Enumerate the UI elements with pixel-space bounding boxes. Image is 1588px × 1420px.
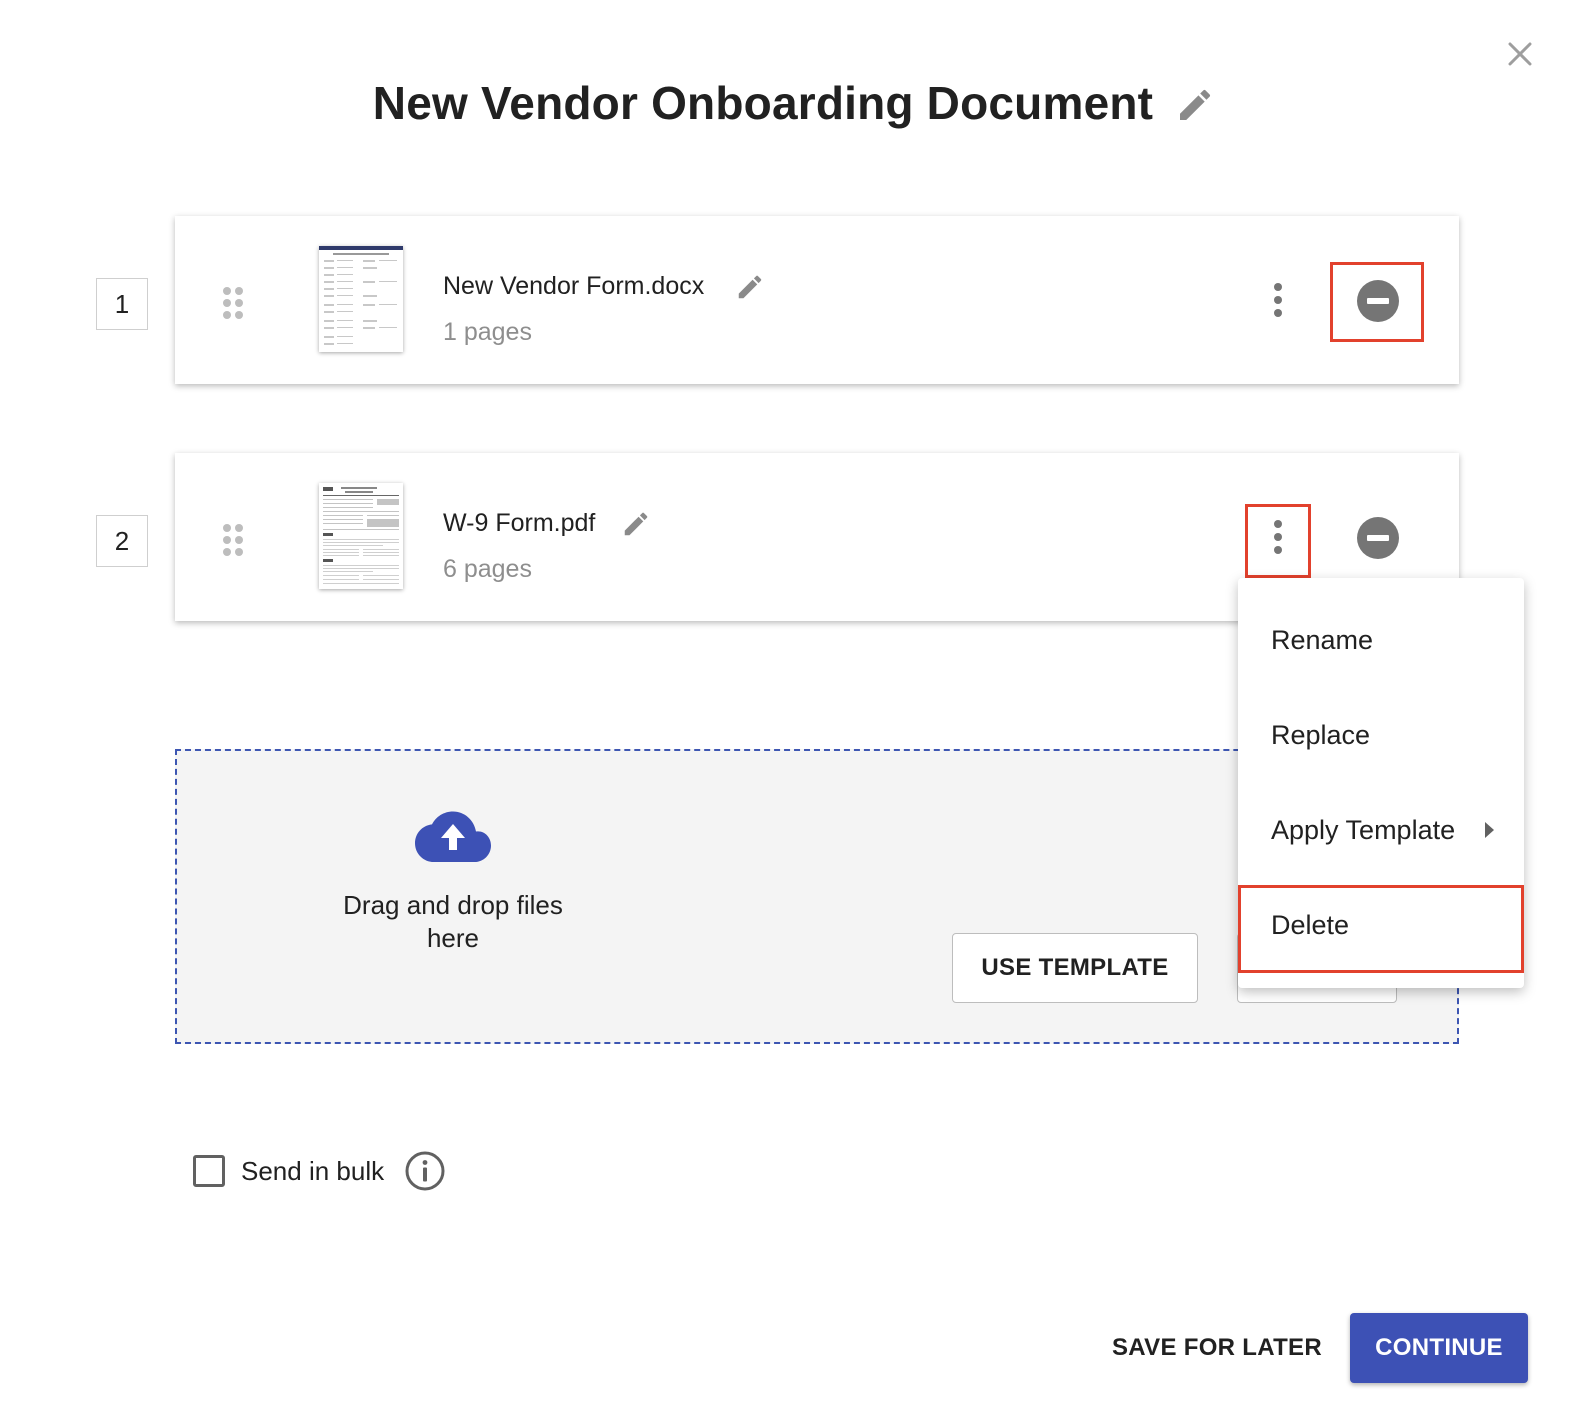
document-order-number: 1 xyxy=(96,278,148,330)
more-vert-icon xyxy=(1274,520,1282,554)
document-thumbnail xyxy=(319,246,403,352)
document-thumbnail-icon xyxy=(319,246,403,345)
menu-item-label: Apply Template xyxy=(1271,814,1456,845)
menu-item-label: Rename xyxy=(1271,624,1374,655)
menu-item-rename[interactable]: Rename xyxy=(1238,593,1524,687)
document-page-count: 1 pages xyxy=(443,318,532,346)
drag-handle[interactable] xyxy=(219,284,247,322)
pencil-icon xyxy=(1180,89,1211,120)
use-template-button[interactable]: USE TEMPLATE xyxy=(952,933,1198,1003)
rename-document-button[interactable] xyxy=(621,509,651,539)
remove-document-button[interactable] xyxy=(1355,515,1401,561)
send-in-bulk-label: Send in bulk xyxy=(241,1155,385,1186)
drag-handle-icon xyxy=(223,524,243,556)
document-options-button[interactable] xyxy=(1263,515,1293,559)
title-row: New Vendor Onboarding Document xyxy=(0,76,1588,130)
menu-item-label: Replace xyxy=(1271,719,1371,750)
document-options-button[interactable] xyxy=(1263,278,1293,322)
pencil-icon xyxy=(624,512,648,536)
document-thumbnail xyxy=(319,483,403,589)
remove-circle-icon xyxy=(1357,517,1399,559)
pencil-icon xyxy=(738,275,762,299)
menu-item-delete[interactable]: Delete xyxy=(1238,878,1524,972)
continue-button[interactable]: CONTINUE xyxy=(1350,1313,1528,1383)
drag-handle[interactable] xyxy=(219,521,247,559)
send-in-bulk-checkbox[interactable] xyxy=(193,1155,225,1187)
document-name: New Vendor Form.docx xyxy=(443,272,705,300)
menu-item-label: Delete xyxy=(1271,909,1350,940)
remove-document-button[interactable] xyxy=(1355,278,1401,324)
menu-item-apply-template[interactable]: Apply Template xyxy=(1238,783,1524,877)
document-card: New Vendor Form.docx 1 pages xyxy=(175,216,1459,384)
dropzone-text: Drag and drop files here xyxy=(343,890,563,953)
document-options-menu: Rename Replace Apply Template Delete xyxy=(1238,578,1524,988)
menu-item-replace[interactable]: Replace xyxy=(1238,688,1524,782)
bulk-info-button[interactable] xyxy=(404,1150,446,1192)
close-button[interactable] xyxy=(1500,34,1540,74)
close-icon xyxy=(1508,42,1532,66)
rename-document-button[interactable] xyxy=(735,272,765,302)
more-vert-icon xyxy=(1274,283,1282,317)
edit-title-button[interactable] xyxy=(1175,85,1215,125)
cloud-upload-icon xyxy=(415,811,491,862)
document-order-number: 2 xyxy=(96,515,148,567)
document-name: W-9 Form.pdf xyxy=(443,509,596,537)
drag-handle-icon xyxy=(223,287,243,319)
document-page-count: 6 pages xyxy=(443,555,532,583)
submenu-arrow-icon xyxy=(1485,822,1494,838)
send-in-bulk-row: Send in bulk xyxy=(193,1150,446,1192)
info-icon xyxy=(405,1151,445,1191)
document-thumbnail-icon xyxy=(323,487,399,584)
page-title: New Vendor Onboarding Document xyxy=(372,77,1154,129)
remove-circle-icon xyxy=(1357,280,1399,322)
save-for-later-button[interactable]: SAVE FOR LATER xyxy=(1110,1314,1324,1382)
